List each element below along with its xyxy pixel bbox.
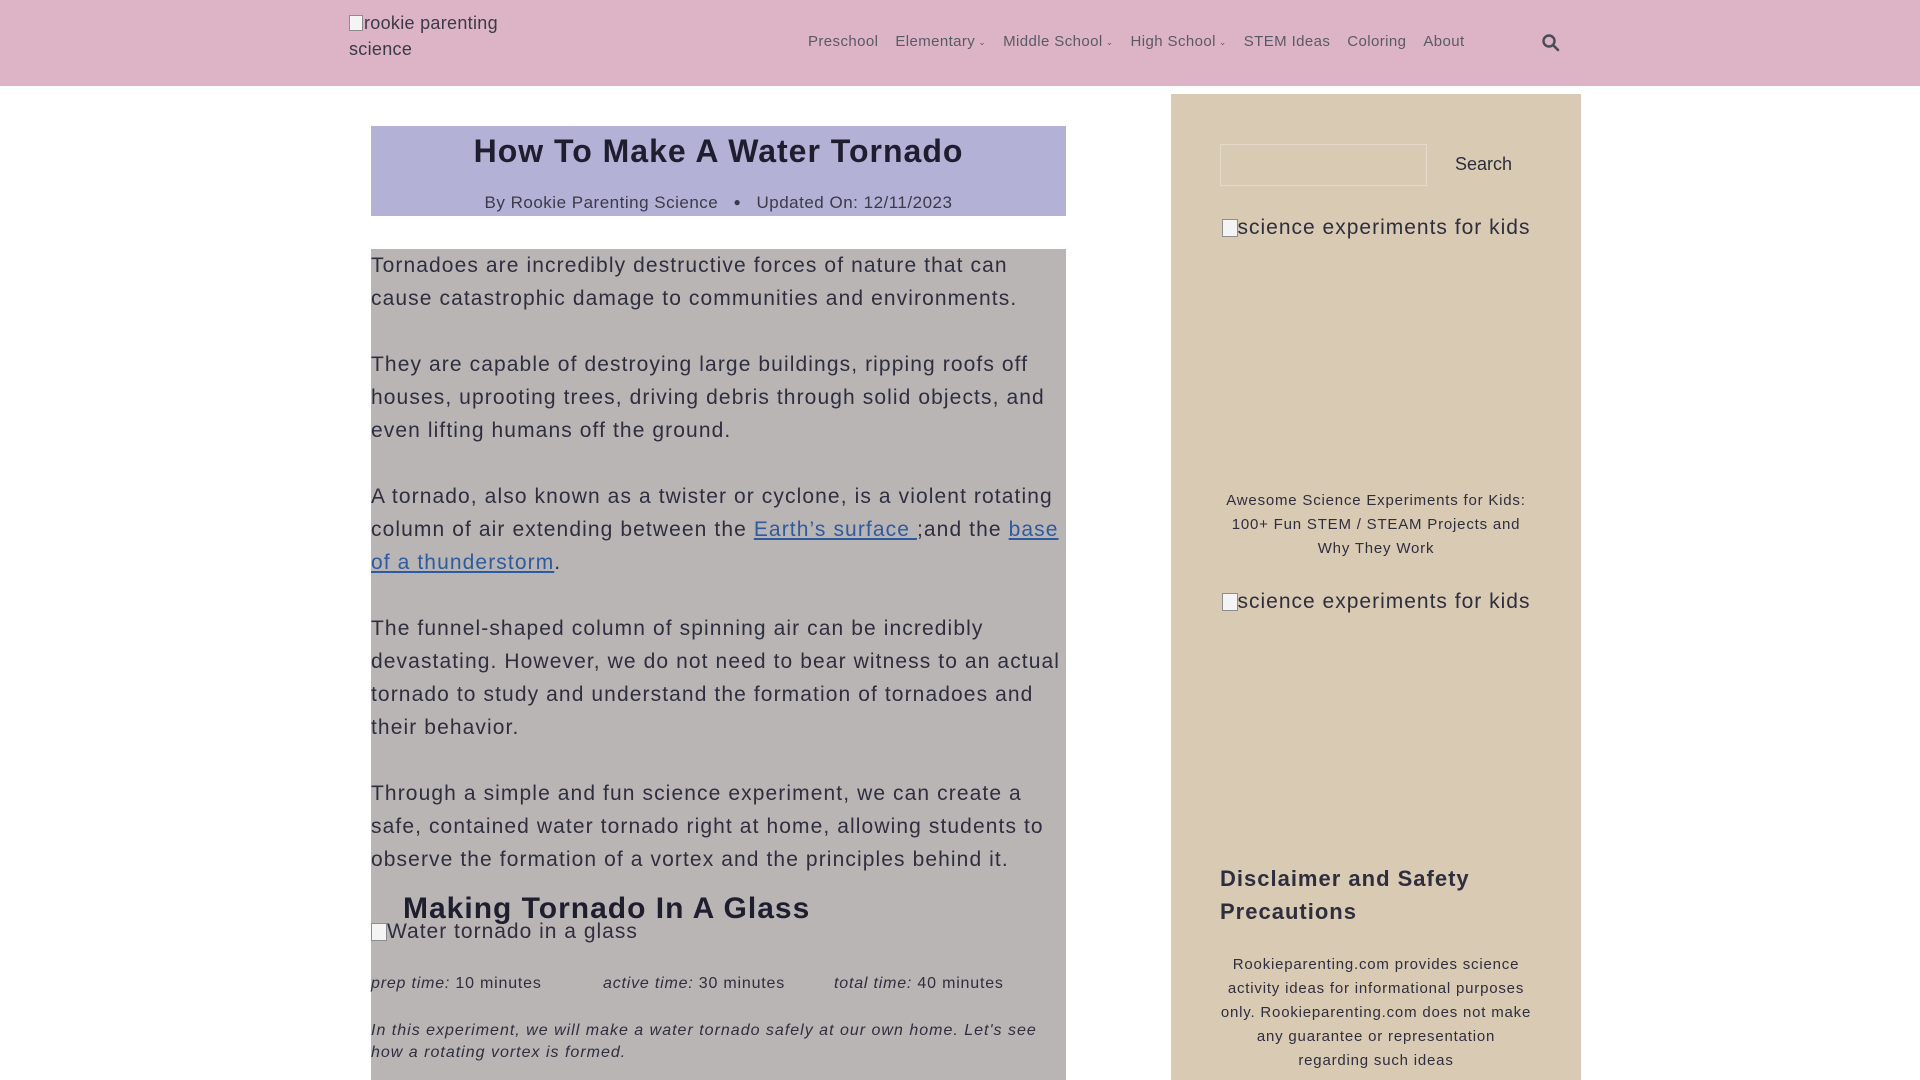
nav-item-stem-ideas[interactable]: STEM Ideas <box>1244 33 1331 50</box>
broken-image-icon <box>371 923 387 941</box>
paragraph-3-text-b: ;and the <box>916 518 1009 541</box>
separator-dot: ● <box>733 195 742 209</box>
chevron-down-icon: ⌄ <box>1105 37 1114 47</box>
updated-date: 12/11/2023 <box>863 193 953 212</box>
nav-label: Elementary <box>895 33 976 50</box>
active-time: active time: 30 minutes <box>603 975 785 993</box>
total-time-label: total time: <box>834 975 913 992</box>
prep-time-value: 10 minutes <box>455 975 542 992</box>
updated-label: Updated On: <box>756 193 859 212</box>
prep-time: prep time: 10 minutes <box>371 975 542 993</box>
broken-image-icon <box>1221 219 1238 237</box>
sidebar-book-image-1[interactable]: science experiments for kids <box>1220 211 1532 245</box>
broken-image-icon <box>1221 593 1238 611</box>
site-header: rookie parenting science Preschool Eleme… <box>0 0 1920 86</box>
nav-label: Preschool <box>808 33 879 50</box>
author-link[interactable]: Rookie Parenting Science <box>511 193 719 212</box>
nav-item-coloring[interactable]: Coloring <box>1347 33 1406 50</box>
nav-item-high-school[interactable]: High School ⌄ <box>1131 33 1227 50</box>
chevron-down-icon: ⌄ <box>1218 37 1227 47</box>
image-alt-text: Water tornado in a glass <box>387 920 638 943</box>
paragraph-1: Tornadoes are incredibly destructive for… <box>371 254 1018 310</box>
main-nav: Preschool Elementary ⌄ Middle School ⌄ Hig… <box>808 33 1465 50</box>
nav-item-about[interactable]: About <box>1423 33 1464 50</box>
paragraph-3: A tornado, also known as a twister or cy… <box>371 480 1066 579</box>
nav-label: STEM Ideas <box>1243 33 1331 50</box>
nav-label: About <box>1423 33 1465 50</box>
sidebar-book-image-2[interactable]: science experiments for kids <box>1220 585 1532 619</box>
logo-alt-text: rookie parenting science <box>349 13 498 59</box>
paragraph-2: They are capable of destroying large bui… <box>371 353 1045 442</box>
nav-label: Coloring <box>1347 33 1407 50</box>
site-logo[interactable]: rookie parenting science <box>349 10 519 62</box>
image-alt-text: science experiments for kids <box>1237 216 1531 239</box>
image-alt-text: science experiments for kids <box>1237 590 1531 613</box>
disclaimer-text: Rookieparenting.com provides science act… <box>1220 956 1532 1069</box>
nav-item-middle-school[interactable]: Middle School ⌄ <box>1003 33 1113 50</box>
by-label: By <box>484 193 506 212</box>
sidebar-book-caption[interactable]: Awesome Science Experiments for Kids: 10… <box>1220 489 1532 561</box>
active-time-value: 30 minutes <box>698 975 786 992</box>
article-image: Water tornado in a glass <box>371 920 638 944</box>
nav-item-preschool[interactable]: Preschool <box>808 33 878 50</box>
post-meta: By Rookie Parenting Science ● Updated On… <box>371 193 1066 213</box>
sidebar-search-button[interactable]: Search <box>1455 154 1512 175</box>
nav-label: High School <box>1130 33 1216 50</box>
header-search-button[interactable] <box>1541 33 1561 53</box>
search-icon <box>1542 34 1560 52</box>
sidebar-search-input[interactable] <box>1220 144 1427 186</box>
paragraph-3-text-c: . <box>554 551 562 574</box>
total-time: total time: 40 minutes <box>834 975 1004 993</box>
chevron-down-icon: ⌄ <box>978 37 987 47</box>
prep-time-label: prep time: <box>371 975 451 992</box>
nav-label: Middle School <box>1003 33 1103 50</box>
paragraph-5: Through a simple and fun science experim… <box>371 782 1044 871</box>
nav-item-elementary[interactable]: Elementary ⌄ <box>895 33 986 50</box>
active-time-label: active time: <box>603 975 694 992</box>
total-time-value: 40 minutes <box>917 975 1004 992</box>
broken-image-icon <box>349 15 363 31</box>
disclaimer-heading: Disclaimer and Safety Precautions <box>1220 866 1470 924</box>
article-title-box: How To Make A Water Tornado By Rookie Pa… <box>371 126 1066 216</box>
paragraph-4: The funnel-shaped column of spinning air… <box>371 617 1061 739</box>
earths-surface-link[interactable]: Earth’s surface <box>754 518 917 541</box>
experiment-intro: In this experiment, we will make a water… <box>371 1022 1037 1061</box>
page-title: How To Make A Water Tornado <box>473 133 964 169</box>
